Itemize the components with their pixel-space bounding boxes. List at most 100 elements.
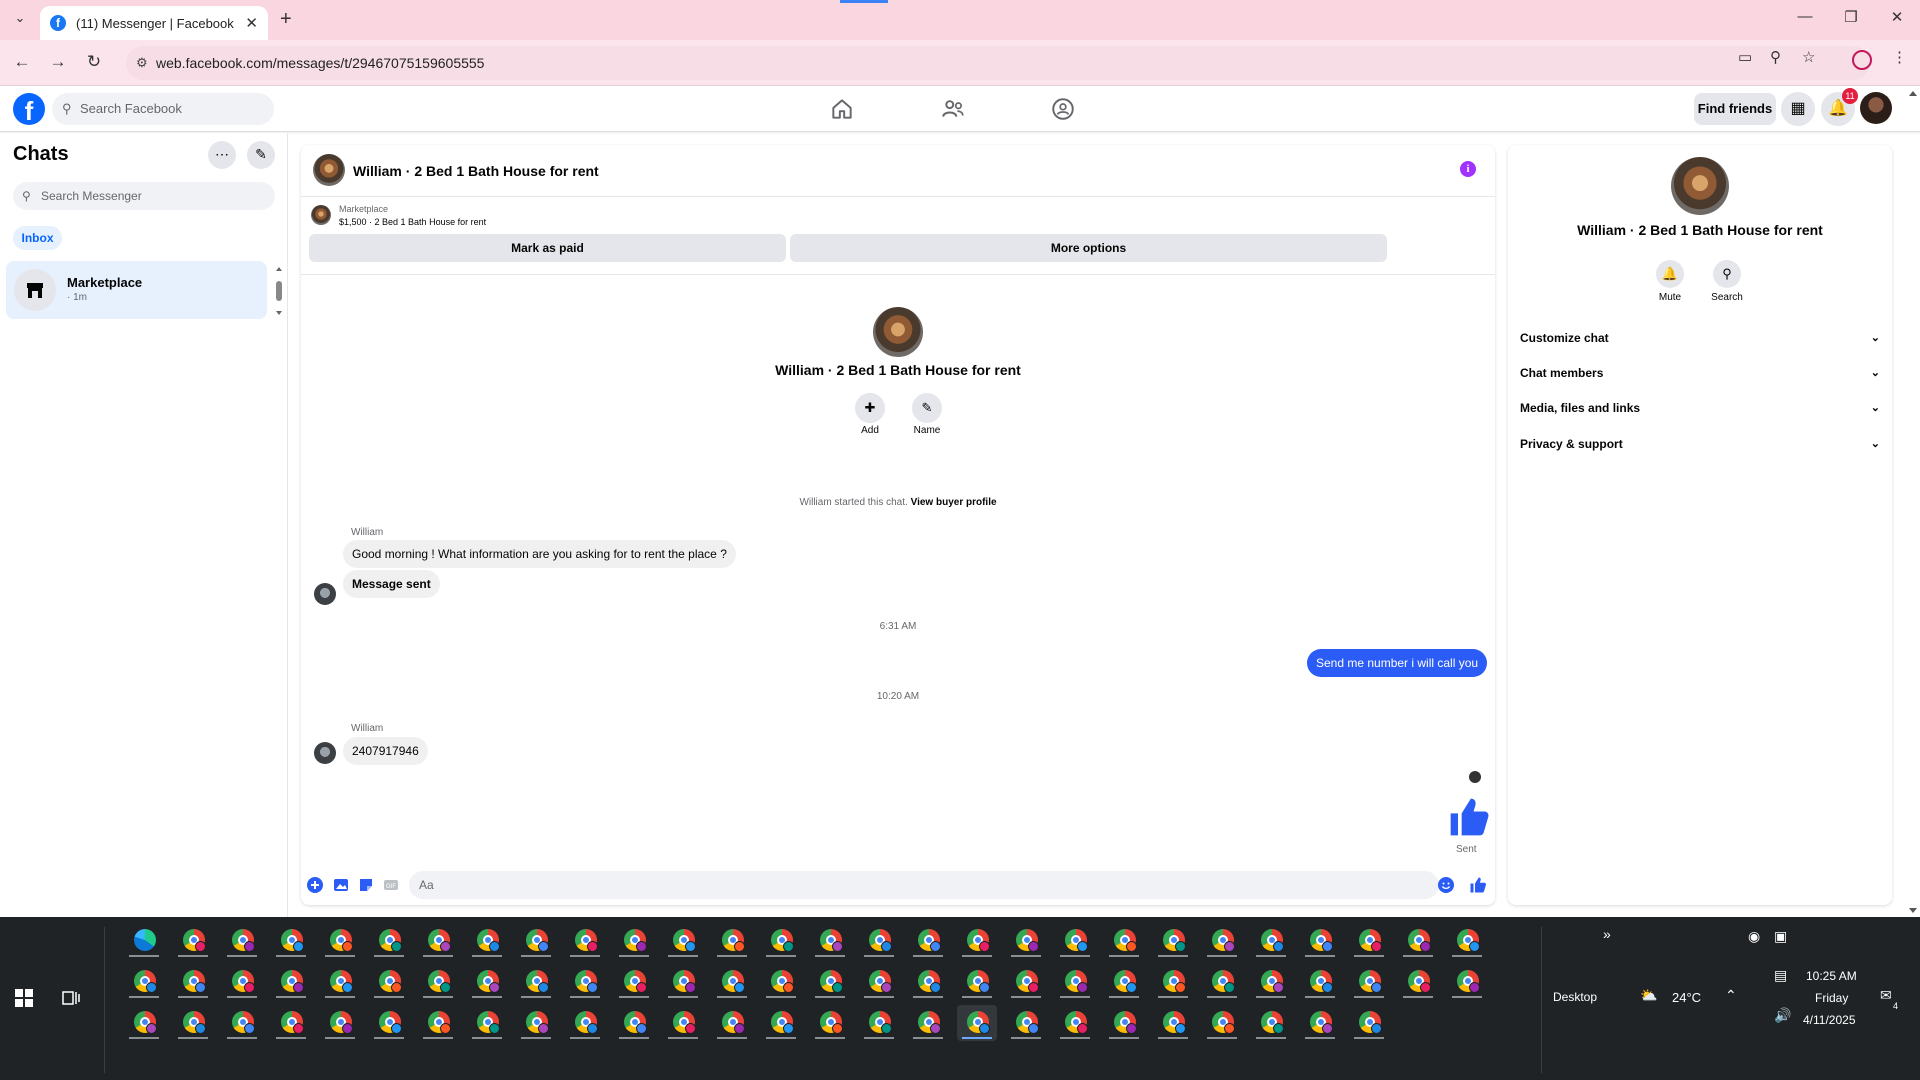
sticker-icon[interactable]: [357, 876, 375, 894]
taskbar-browser-icon[interactable]: [124, 1005, 164, 1041]
taskbar-browser-icon[interactable]: [1055, 964, 1095, 1000]
incoming-message[interactable]: Message sent: [343, 570, 440, 598]
task-view-icon[interactable]: [62, 989, 80, 1007]
conversation-list-item[interactable]: Marketplace · 1m: [6, 261, 267, 319]
inbox-filter-tab[interactable]: Inbox: [13, 226, 62, 250]
device-icon[interactable]: ▣: [1774, 928, 1787, 945]
chevron-up-icon[interactable]: ⌃: [1725, 987, 1737, 1004]
account-avatar[interactable]: [1860, 92, 1892, 124]
taskbar-browser-icon[interactable]: [1104, 1005, 1144, 1041]
overflow-chevron-icon[interactable]: »: [1603, 926, 1611, 942]
friends-icon[interactable]: [940, 96, 966, 122]
taskbar-browser-icon[interactable]: [1251, 964, 1291, 1000]
thumbs-up-icon[interactable]: [1447, 795, 1491, 839]
taskbar-browser-icon[interactable]: [1006, 923, 1046, 959]
taskbar-browser-icon[interactable]: [859, 1005, 899, 1041]
taskbar-browser-icon[interactable]: [1006, 1005, 1046, 1041]
plus-circle-icon[interactable]: [306, 876, 324, 894]
taskbar-browser-icon[interactable]: [1006, 964, 1046, 1000]
taskbar-browser-icon[interactable]: [222, 964, 262, 1000]
back-button[interactable]: ←: [10, 52, 34, 72]
page-scrollbar[interactable]: [1906, 88, 1920, 916]
tab-search-button[interactable]: ⌄: [8, 10, 32, 30]
record-icon[interactable]: ◉: [1748, 928, 1760, 945]
taskbar-browser-icon[interactable]: [1300, 964, 1340, 1000]
site-info-icon[interactable]: ⚙: [136, 55, 148, 71]
taskbar-browser-icon[interactable]: [173, 964, 213, 1000]
taskbar-browser-icon[interactable]: [320, 964, 360, 1000]
taskbar-browser-icon[interactable]: [467, 964, 507, 1000]
taskbar-browser-icon[interactable]: [418, 1005, 458, 1041]
reload-button[interactable]: ↻: [82, 52, 106, 72]
taskbar-browser-icon[interactable]: [712, 1005, 752, 1041]
conversation-title[interactable]: William · 2 Bed 1 Bath House for rent: [353, 163, 599, 179]
taskbar-browser-icon[interactable]: [1349, 964, 1389, 1000]
install-app-icon[interactable]: ▭: [1738, 48, 1752, 66]
listing-summary[interactable]: $1,500 · 2 Bed 1 Bath House for rent: [339, 217, 486, 227]
taskbar-browser-icon[interactable]: [369, 1005, 409, 1041]
taskbar-browser-icon[interactable]: [1300, 1005, 1340, 1041]
taskbar-browser-icon[interactable]: [418, 964, 458, 1000]
taskbar-browser-icon[interactable]: [173, 1005, 213, 1041]
sender-avatar[interactable]: [314, 583, 336, 605]
taskbar-browser-icon[interactable]: [1202, 1005, 1242, 1041]
taskbar-browser-icon[interactable]: [1300, 923, 1340, 959]
address-bar[interactable]: ⚙ web.facebook.com/messages/t/2946707515…: [126, 46, 1870, 80]
taskbar-browser-icon[interactable]: [124, 964, 164, 1000]
taskbar-browser-icon[interactable]: [1349, 1005, 1389, 1041]
taskbar-browser-icon[interactable]: [859, 923, 899, 959]
restore-button[interactable]: ❐: [1828, 8, 1874, 26]
taskbar-browser-icon[interactable]: [663, 1005, 703, 1041]
taskbar-browser-icon[interactable]: [222, 1005, 262, 1041]
mark-as-paid-button[interactable]: Mark as paid: [309, 234, 786, 262]
weather-icon[interactable]: ⛅: [1640, 987, 1657, 1004]
taskbar-browser-icon[interactable]: [1349, 923, 1389, 959]
privacy-support-section[interactable]: Privacy & support ⌄: [1520, 437, 1880, 457]
taskbar-browser-icon[interactable]: [810, 1005, 850, 1041]
taskbar-browser-icon[interactable]: [1055, 1005, 1095, 1041]
zoom-icon[interactable]: ⚲: [1770, 48, 1781, 66]
emoji-icon[interactable]: [1437, 876, 1455, 894]
taskbar-browser-icon[interactable]: [1104, 923, 1144, 959]
sender-avatar[interactable]: [314, 742, 336, 764]
add-people-icon[interactable]: ✚: [855, 393, 885, 423]
taskbar-browser-icon[interactable]: [663, 964, 703, 1000]
minimize-button[interactable]: —: [1782, 8, 1828, 25]
gif-icon[interactable]: GIF: [382, 876, 400, 894]
taskbar-browser-icon[interactable]: [516, 923, 556, 959]
edit-name-icon[interactable]: ✎: [912, 393, 942, 423]
network-icon[interactable]: ▤: [1774, 967, 1787, 984]
taskbar-browser-icon[interactable]: [712, 964, 752, 1000]
facebook-logo-icon[interactable]: f: [13, 93, 45, 126]
taskbar-browser-icon[interactable]: [1398, 923, 1438, 959]
taskbar-browser-icon[interactable]: [1251, 1005, 1291, 1041]
taskbar-browser-icon[interactable]: [859, 964, 899, 1000]
clock-time[interactable]: 10:25 AM: [1806, 969, 1857, 983]
taskbar-browser-icon[interactable]: [467, 1005, 507, 1041]
media-files-links-section[interactable]: Media, files and links ⌄: [1520, 401, 1880, 421]
taskbar-browser-icon[interactable]: [516, 1005, 556, 1041]
taskbar-browser-icon[interactable]: [565, 964, 605, 1000]
taskbar-browser-icon[interactable]: [614, 964, 654, 1000]
taskbar-browser-icon[interactable]: [810, 964, 850, 1000]
taskbar-browser-icon[interactable]: [124, 923, 164, 959]
taskbar-browser-icon[interactable]: [565, 923, 605, 959]
taskbar-browser-icon[interactable]: [1153, 964, 1193, 1000]
windows-start-icon[interactable]: [15, 989, 33, 1007]
temperature[interactable]: 24°C: [1672, 990, 1701, 1005]
taskbar-browser-icon[interactable]: [467, 923, 507, 959]
new-tab-button[interactable]: +: [280, 8, 292, 31]
conversation-avatar[interactable]: [313, 154, 345, 186]
customize-chat-section[interactable]: Customize chat ⌄: [1520, 331, 1880, 351]
taskbar-browser-icon[interactable]: [173, 923, 213, 959]
taskbar-browser-icon[interactable]: [957, 964, 997, 1000]
taskbar-browser-icon[interactable]: [271, 923, 311, 959]
message-input[interactable]: Aa: [409, 871, 1439, 899]
incoming-message[interactable]: Good morning ! What information are you …: [343, 540, 736, 568]
close-tab-icon[interactable]: ✕: [245, 14, 258, 32]
chats-scrollbar[interactable]: [274, 265, 284, 317]
send-like-icon[interactable]: [1469, 876, 1487, 894]
taskbar-browser-icon[interactable]: [320, 923, 360, 959]
clock-day[interactable]: Friday: [1815, 991, 1848, 1005]
taskbar-browser-icon[interactable]: [516, 964, 556, 1000]
